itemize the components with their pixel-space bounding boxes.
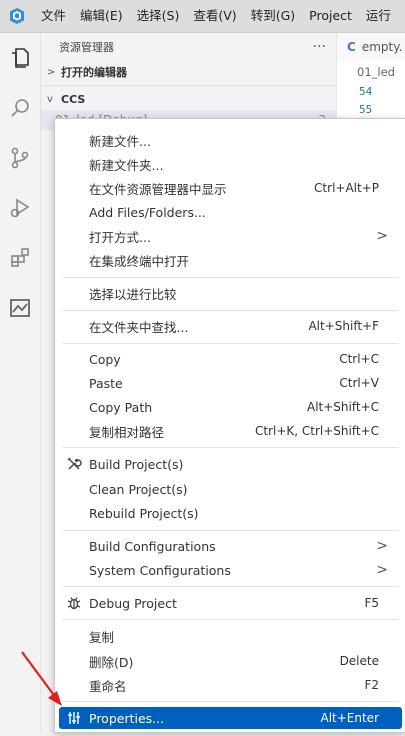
menu-file[interactable]: 文件	[34, 0, 73, 32]
tools-icon	[59, 456, 89, 472]
workspace-section[interactable]: v CCS	[41, 88, 336, 110]
source-control-icon[interactable]	[0, 133, 40, 183]
run-debug-icon[interactable]	[0, 183, 40, 233]
files-icon[interactable]	[0, 33, 40, 83]
shortcut-label: Alt+Shift+C	[306, 400, 379, 414]
line-number: 55	[359, 103, 373, 116]
menu-select-for-compare[interactable]: 选择以进行比较	[59, 282, 402, 304]
shortcut-label: Ctrl+K, Ctrl+Shift+C	[254, 424, 379, 438]
menu-separator	[63, 530, 398, 531]
chevron-right-icon: >	[376, 562, 388, 578]
menu-separator	[63, 447, 398, 448]
menu-edit[interactable]: 编辑(E)	[73, 0, 130, 32]
menu-separator	[63, 586, 398, 587]
menu-rebuild-project[interactable]: Rebuild Project(s)	[59, 502, 402, 524]
menu-rename[interactable]: 重命名 F2	[59, 674, 402, 696]
shortcut-label: Ctrl+V	[339, 376, 379, 390]
line-number: 54	[359, 85, 373, 98]
menu-properties[interactable]: Properties... Alt+Enter	[59, 707, 402, 729]
menu-open-in-terminal[interactable]: 在集成终端中打开	[59, 249, 402, 271]
menu-reveal-in-explorer[interactable]: 在文件资源管理器中显示 Ctrl+Alt+P	[59, 177, 402, 199]
menu-select[interactable]: 选择(S)	[130, 0, 187, 32]
menu-copy[interactable]: Copy Ctrl+C	[59, 348, 402, 370]
shortcut-label: F5	[364, 596, 379, 610]
menu-new-file[interactable]: 新建文件...	[59, 129, 402, 151]
shortcut-label: Alt+Enter	[320, 711, 379, 725]
search-icon[interactable]	[0, 83, 40, 133]
menu-duplicate[interactable]: 复制	[59, 625, 402, 647]
menu-new-folder[interactable]: 新建文件夹...	[59, 153, 402, 175]
menu-open-with[interactable]: 打开方式... >	[59, 225, 402, 247]
context-menu: 新建文件... 新建文件夹... 在文件资源管理器中显示 Ctrl+Alt+P …	[54, 118, 405, 733]
menu-goto[interactable]: 转到(G)	[244, 0, 302, 32]
activity-bar	[0, 33, 41, 733]
menu-system-configurations[interactable]: System Configurations >	[59, 559, 402, 581]
menu-debug-project[interactable]: Debug Project F5	[59, 592, 402, 614]
chevron-down-icon: v	[47, 93, 53, 105]
menu-project[interactable]: Project	[302, 0, 359, 32]
menu-copy-relative-path[interactable]: 复制相对路径 Ctrl+K, Ctrl+Shift+C	[59, 420, 402, 442]
menu-build-project[interactable]: Build Project(s)	[59, 453, 402, 475]
menu-view[interactable]: 查看(V)	[186, 0, 243, 32]
extensions-icon[interactable]	[0, 233, 40, 283]
menu-bar: 文件 编辑(E) 选择(S) 查看(V) 转到(G) Project 运行	[0, 0, 405, 33]
menu-separator	[63, 343, 398, 344]
menu-add-files-folders[interactable]: Add Files/Folders...	[59, 201, 402, 223]
chart-icon[interactable]	[0, 283, 40, 333]
divider	[41, 85, 336, 86]
shortcut-label: Alt+Shift+F	[308, 319, 379, 333]
workspace-label: CCS	[61, 92, 86, 106]
editor-tab[interactable]: C empty.	[337, 33, 405, 61]
menu-separator	[63, 701, 398, 702]
menu-separator	[63, 277, 398, 278]
menu-copy-path[interactable]: Copy Path Alt+Shift+C	[59, 396, 402, 418]
app-logo-icon	[0, 0, 34, 32]
menu-delete[interactable]: 删除(D) Delete	[59, 650, 402, 672]
menu-find-in-folder[interactable]: 在文件夹中查找... Alt+Shift+F	[59, 315, 402, 337]
menu-separator	[63, 619, 398, 620]
shortcut-label: F2	[364, 678, 379, 692]
explorer-header: 资源管理器 ···	[41, 33, 336, 61]
chevron-right-icon: >	[376, 228, 388, 244]
breadcrumb[interactable]: 01_led	[337, 61, 405, 83]
bug-icon	[59, 595, 89, 611]
shortcut-label: Ctrl+Alt+P	[314, 181, 379, 195]
c-file-icon: C	[347, 40, 356, 54]
open-editors-section[interactable]: > 打开的编辑器	[41, 61, 336, 83]
tab-label: empty.	[361, 40, 403, 54]
explorer-title: 资源管理器	[59, 41, 114, 54]
more-actions-icon[interactable]: ···	[313, 39, 326, 55]
chevron-right-icon: >	[47, 66, 56, 78]
menu-separator	[63, 310, 398, 311]
shortcut-label: Ctrl+C	[339, 352, 379, 366]
menu-build-configurations[interactable]: Build Configurations >	[59, 535, 402, 557]
chevron-right-icon: >	[376, 538, 388, 554]
menu-paste[interactable]: Paste Ctrl+V	[59, 372, 402, 394]
settings-sliders-icon	[59, 710, 89, 726]
menu-run[interactable]: 运行	[359, 0, 398, 32]
open-editors-label: 打开的编辑器	[61, 66, 127, 79]
menu-clean-project[interactable]: Clean Project(s)	[59, 478, 402, 500]
shortcut-label: Delete	[339, 654, 379, 668]
